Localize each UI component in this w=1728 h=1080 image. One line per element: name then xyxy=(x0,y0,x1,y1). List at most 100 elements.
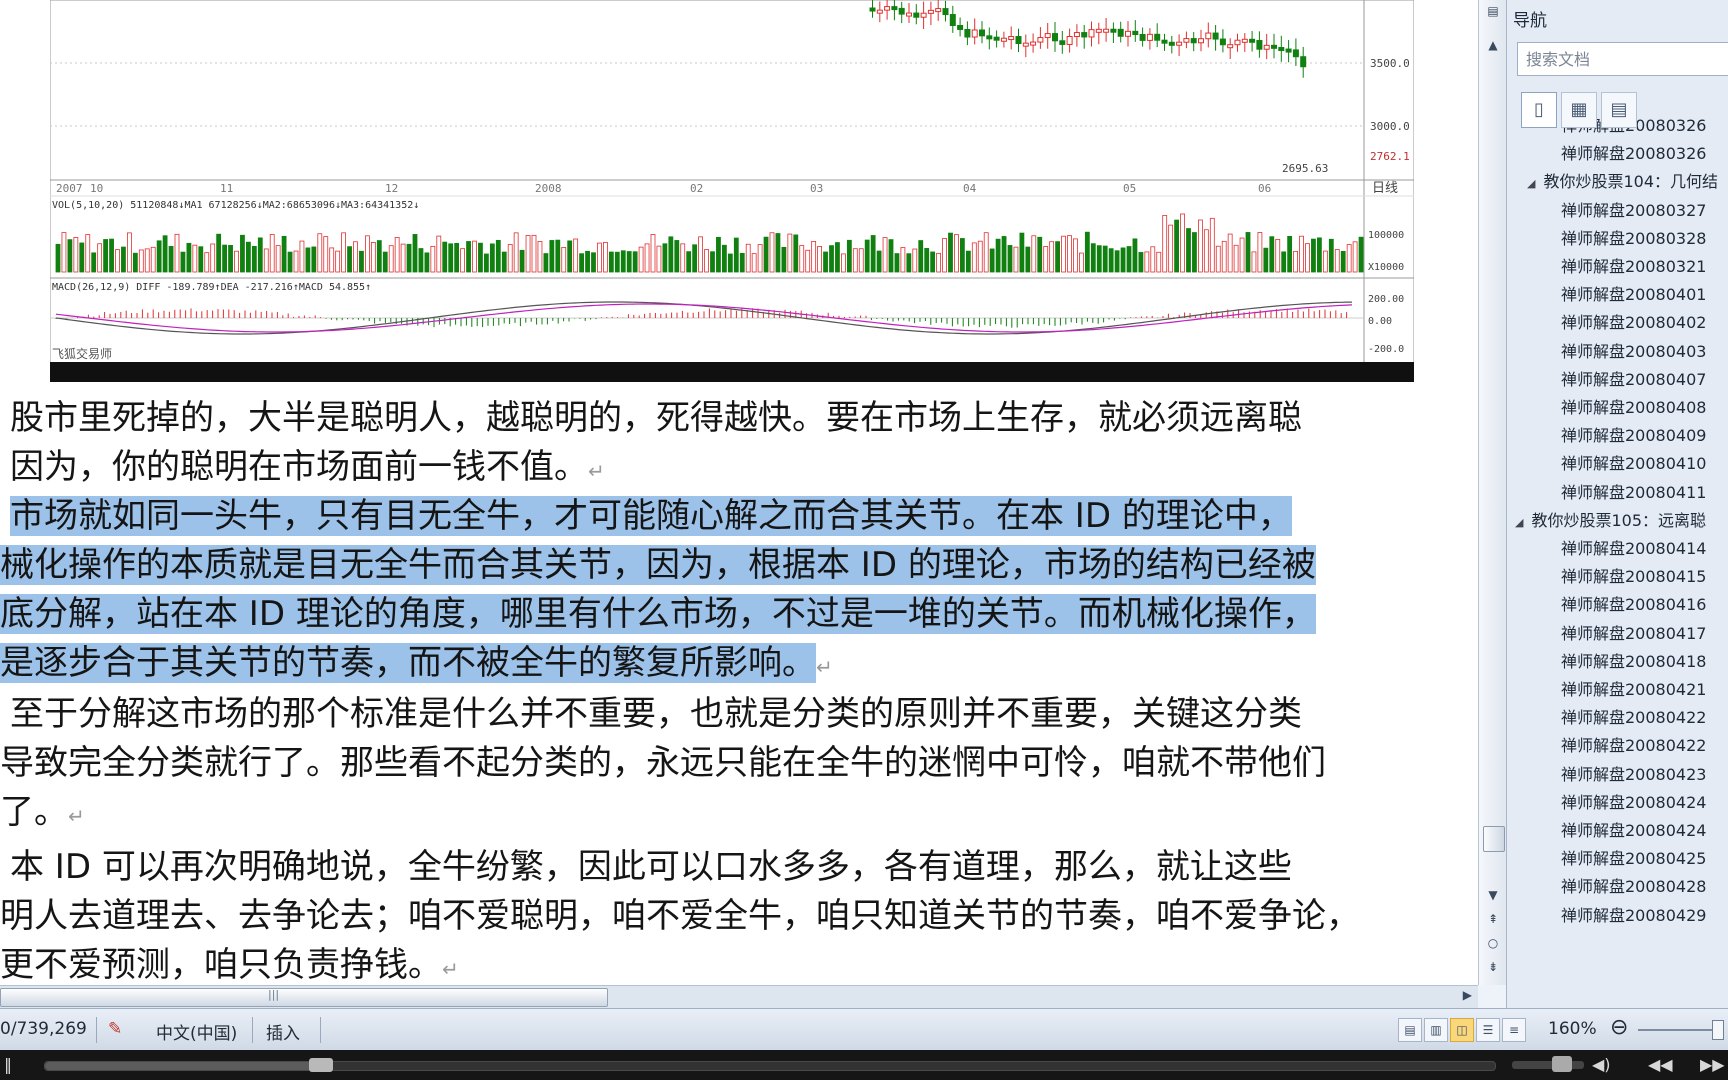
horizontal-scroll-thumb[interactable] xyxy=(0,988,608,1007)
paragraph-line[interactable]: 底分解，站在本 ID 理论的角度，哪里有什么市场，不过是一堆的关节。而机械化操作… xyxy=(0,590,1470,639)
document-area[interactable]: 3500.0 3000.0 2762.1 2695.63 日线 2007 10 11 12 200… xyxy=(0,0,1478,985)
volume-bar xyxy=(829,245,834,273)
volume-bar xyxy=(1221,240,1227,273)
nav-item[interactable]: 禅师解盘20080402 xyxy=(1561,309,1706,337)
volume-bar xyxy=(989,248,995,273)
volume-bar xyxy=(240,234,245,273)
scroll-down-icon[interactable]: ▼ xyxy=(1479,884,1507,906)
zoom-out-icon[interactable]: ⊖ xyxy=(1610,1015,1628,1040)
volume-bar xyxy=(341,232,347,273)
volume-bar xyxy=(567,240,573,273)
nav-item[interactable]: 禅师解盘20080417 xyxy=(1561,620,1706,648)
volume-bar xyxy=(626,251,632,273)
proofing-icon[interactable]: ✎ xyxy=(108,1019,122,1039)
draft-view-icon[interactable]: ≡ xyxy=(1502,1018,1526,1042)
volume-bar xyxy=(912,248,918,273)
outline-view-icon[interactable]: ☰ xyxy=(1476,1018,1500,1042)
paragraph-line[interactable]: 本 ID 可以再次明确地说，全牛纷繁，因此可以口水多多，各有道理，那么，就让这些 xyxy=(10,843,1478,892)
nav-item[interactable]: 禅师解盘20080423 xyxy=(1561,761,1706,789)
paragraph-line[interactable]: 股市里死掉的，大半是聪明人，越聪明的，死得越快。要在市场上生存，就必须远离聪 xyxy=(10,394,1478,443)
nav-item[interactable]: 禅师解盘20080418 xyxy=(1561,648,1706,676)
video-progress-knob[interactable] xyxy=(308,1058,333,1072)
collapse-triangle-icon[interactable]: ◢ xyxy=(1527,177,1535,190)
paragraph-line[interactable]: 械化操作的本质就是目无全牛而合其关节，因为，根据本 ID 的理论，市场的结构已经… xyxy=(0,541,1470,590)
volume-bar xyxy=(1067,235,1072,273)
nav-item[interactable]: 禅师解盘20080425 xyxy=(1561,845,1706,873)
nav-item[interactable]: 禅师解盘20080416 xyxy=(1561,591,1706,619)
collapse-triangle-icon[interactable]: ◢ xyxy=(1515,516,1523,529)
nav-item[interactable]: 禅师解盘20080409 xyxy=(1561,422,1706,450)
zoom-level[interactable]: 160% xyxy=(1548,1019,1597,1039)
ruler-toggle-icon[interactable]: ▤ xyxy=(1479,0,1507,22)
nav-item[interactable]: 禅师解盘20080326 xyxy=(1561,140,1706,168)
volume-track[interactable] xyxy=(1512,1061,1584,1069)
volume-bar xyxy=(1227,233,1233,273)
nav-item[interactable]: 禅师解盘20080424 xyxy=(1561,789,1706,817)
paragraph-line[interactable]: 因为，你的聪明在市场面前一钱不值。↵ xyxy=(10,443,1478,496)
nav-item-label: 禅师解盘20080425 xyxy=(1561,849,1707,869)
candle-body xyxy=(876,9,883,14)
previous-page-icon[interactable]: ⇞ xyxy=(1479,908,1507,930)
nav-item[interactable]: 禅师解盘20080328 xyxy=(1561,225,1706,253)
scroll-right-icon[interactable]: ▶ xyxy=(1463,988,1472,1002)
speaker-icon[interactable]: ◀) xyxy=(1592,1055,1611,1074)
paragraph-line[interactable]: 了。↵ xyxy=(0,788,1470,841)
insert-mode-indicator[interactable]: 插入 xyxy=(266,1019,300,1044)
nav-item[interactable]: 禅师解盘20080415 xyxy=(1561,563,1706,591)
volume-bar xyxy=(977,240,983,273)
paragraph-line[interactable]: 市场就如同一头牛，只有目无全牛，才可能随心解之而合其关节。在本 ID 的理论中， xyxy=(10,492,1478,541)
vertical-scroll-thumb[interactable] xyxy=(1483,826,1505,852)
nav-item[interactable]: 禅师解盘20080403 xyxy=(1561,338,1706,366)
horizontal-scrollbar[interactable]: ||| ▶ xyxy=(0,985,1478,1008)
nav-item[interactable]: 禅师解盘20080422 xyxy=(1561,732,1706,760)
nav-item[interactable]: 禅师解盘20080414 xyxy=(1561,535,1706,563)
paragraph-line[interactable]: 至于分解这市场的那个标准是什么并不重要，也就是分类的原则并不重要，关键这分类 xyxy=(10,690,1478,739)
candle-body xyxy=(979,29,985,37)
volume-bar xyxy=(864,239,870,273)
volume-bar xyxy=(311,246,317,273)
volume-bar xyxy=(906,253,912,273)
nav-item[interactable]: 禅师解盘20080327 xyxy=(1561,197,1706,225)
results-view-icon[interactable]: ▤ xyxy=(1601,92,1637,128)
print-layout-icon[interactable]: ▤ xyxy=(1398,1018,1422,1042)
nav-item[interactable]: 禅师解盘20080410 xyxy=(1561,450,1706,478)
paragraph-line[interactable]: 导致完全分类就行了。那些看不起分类的，永远只能在全牛的迷惘中可怜，咱就不带他们 xyxy=(0,739,1470,788)
zoom-slider[interactable] xyxy=(1638,1029,1722,1031)
next-page-icon[interactable]: ⇟ xyxy=(1479,956,1507,978)
zoom-slider-knob[interactable] xyxy=(1712,1020,1724,1040)
paragraph-line[interactable]: 更不爱预测，咱只负责挣钱。↵ xyxy=(0,941,1470,985)
nav-item[interactable]: 禅师解盘20080407 xyxy=(1561,366,1706,394)
headings-view-icon[interactable]: ▯ xyxy=(1521,92,1557,128)
nav-item[interactable]: 禅师解盘20080429 xyxy=(1561,902,1706,930)
web-layout-icon[interactable]: ◫ xyxy=(1450,1018,1474,1042)
nav-item[interactable]: 禅师解盘20080428 xyxy=(1561,873,1706,901)
nav-group-heading[interactable]: ◢ 教你炒股票104：几何结 xyxy=(1527,168,1718,196)
nav-item[interactable]: 禅师解盘20080422 xyxy=(1561,704,1706,732)
pause-icon[interactable]: ‖ xyxy=(4,1055,12,1074)
vertical-scrollbar[interactable]: ▤ ▲ ▼ ⇞ ○ ⇟ xyxy=(1478,0,1507,985)
nav-item[interactable]: 禅师解盘20080401 xyxy=(1561,281,1706,309)
nav-item[interactable]: 禅师解盘20080421 xyxy=(1561,676,1706,704)
nav-item[interactable]: 禅师解盘20080411 xyxy=(1561,479,1706,507)
scroll-up-icon[interactable]: ▲ xyxy=(1479,34,1507,56)
paragraph-line[interactable]: 明人去道理去、去争论去；咱不爱聪明，咱不爱全牛，咱只知道关节的节奏，咱不爱争论， xyxy=(0,892,1470,941)
nav-item[interactable]: 禅师解盘20080424 xyxy=(1561,817,1706,845)
volume-bar xyxy=(162,235,168,273)
browse-object-icon[interactable]: ○ xyxy=(1479,932,1507,954)
pages-view-icon[interactable]: ▦ xyxy=(1561,92,1597,128)
language-indicator[interactable]: 中文(中国) xyxy=(156,1019,237,1044)
volume-knob[interactable] xyxy=(1552,1056,1572,1072)
nav-item[interactable]: 禅师解盘20080408 xyxy=(1561,394,1706,422)
forward-icon[interactable]: ▶▶ xyxy=(1700,1055,1725,1074)
rewind-icon[interactable]: ◀◀ xyxy=(1648,1055,1673,1074)
volume-bar xyxy=(73,237,79,273)
paragraph-line[interactable]: 是逐步合于其关节的节奏，而不被全牛的繁复所影响。↵ xyxy=(0,639,1470,692)
nav-item[interactable]: 禅师解盘20080321 xyxy=(1561,253,1706,281)
full-screen-reading-icon[interactable]: ▥ xyxy=(1424,1018,1448,1042)
candle-body xyxy=(1249,38,1256,43)
nav-group-heading[interactable]: ◢ 教你炒股票105：远离聪 xyxy=(1515,507,1706,535)
nav-search-input[interactable]: 搜索文档 xyxy=(1517,42,1728,76)
video-progress-track[interactable] xyxy=(44,1058,1496,1072)
word-count[interactable]: 0/739,269 xyxy=(0,1019,87,1039)
volume-bar xyxy=(370,241,376,273)
